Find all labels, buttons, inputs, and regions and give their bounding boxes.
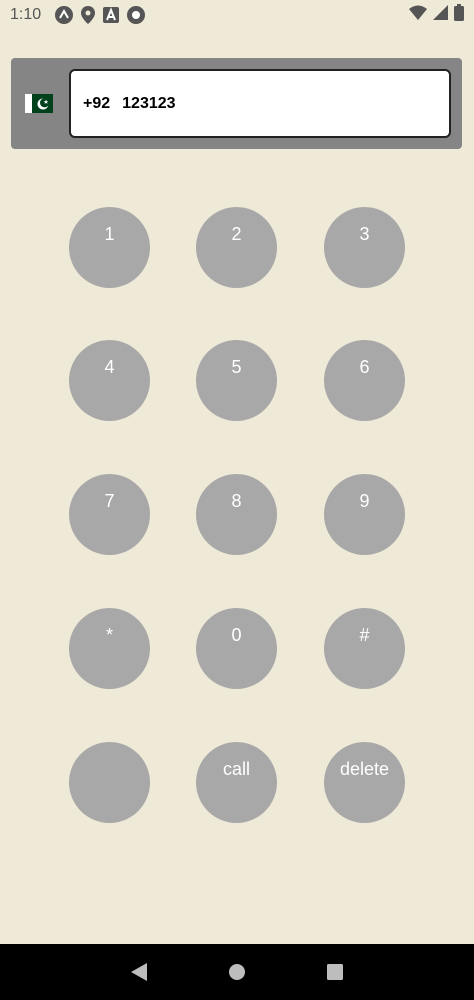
key-0[interactable]: 0 — [196, 608, 277, 689]
key-blank[interactable] — [69, 742, 150, 823]
home-icon[interactable] — [225, 960, 249, 984]
dial-keypad: 1 2 3 4 5 6 7 8 9 * 0 # call delete — [0, 0, 474, 1000]
key-5[interactable]: 5 — [196, 340, 277, 421]
key-hash[interactable]: # — [324, 608, 405, 689]
key-star[interactable]: * — [69, 608, 150, 689]
key-7[interactable]: 7 — [69, 474, 150, 555]
call-button[interactable]: call — [196, 742, 277, 823]
key-1[interactable]: 1 — [69, 207, 150, 288]
wifi-icon — [409, 5, 427, 25]
record-icon — [127, 6, 146, 24]
battery-icon — [454, 4, 464, 26]
status-time: 1:10 — [10, 6, 42, 23]
pakistan-flag-icon[interactable] — [25, 94, 53, 113]
status-bar: 1:10 — [0, 0, 474, 30]
country-code: +92 — [83, 94, 111, 112]
key-2[interactable]: 2 — [196, 207, 277, 288]
recents-icon[interactable] — [323, 960, 347, 984]
phone-input-bar: +92 123123 — [11, 58, 462, 149]
phone-number-field[interactable]: +92 123123 — [69, 69, 451, 138]
key-9[interactable]: 9 — [324, 474, 405, 555]
key-6[interactable]: 6 — [324, 340, 405, 421]
phone-number-value: 123123 — [122, 94, 176, 112]
signal-icon — [433, 5, 448, 25]
app-icon — [55, 6, 74, 24]
text-icon — [103, 7, 120, 23]
location-icon — [81, 6, 96, 24]
navigation-bar — [0, 944, 474, 1000]
delete-button[interactable]: delete — [324, 742, 405, 823]
key-8[interactable]: 8 — [196, 474, 277, 555]
key-4[interactable]: 4 — [69, 340, 150, 421]
back-icon[interactable] — [127, 960, 151, 984]
key-3[interactable]: 3 — [324, 207, 405, 288]
